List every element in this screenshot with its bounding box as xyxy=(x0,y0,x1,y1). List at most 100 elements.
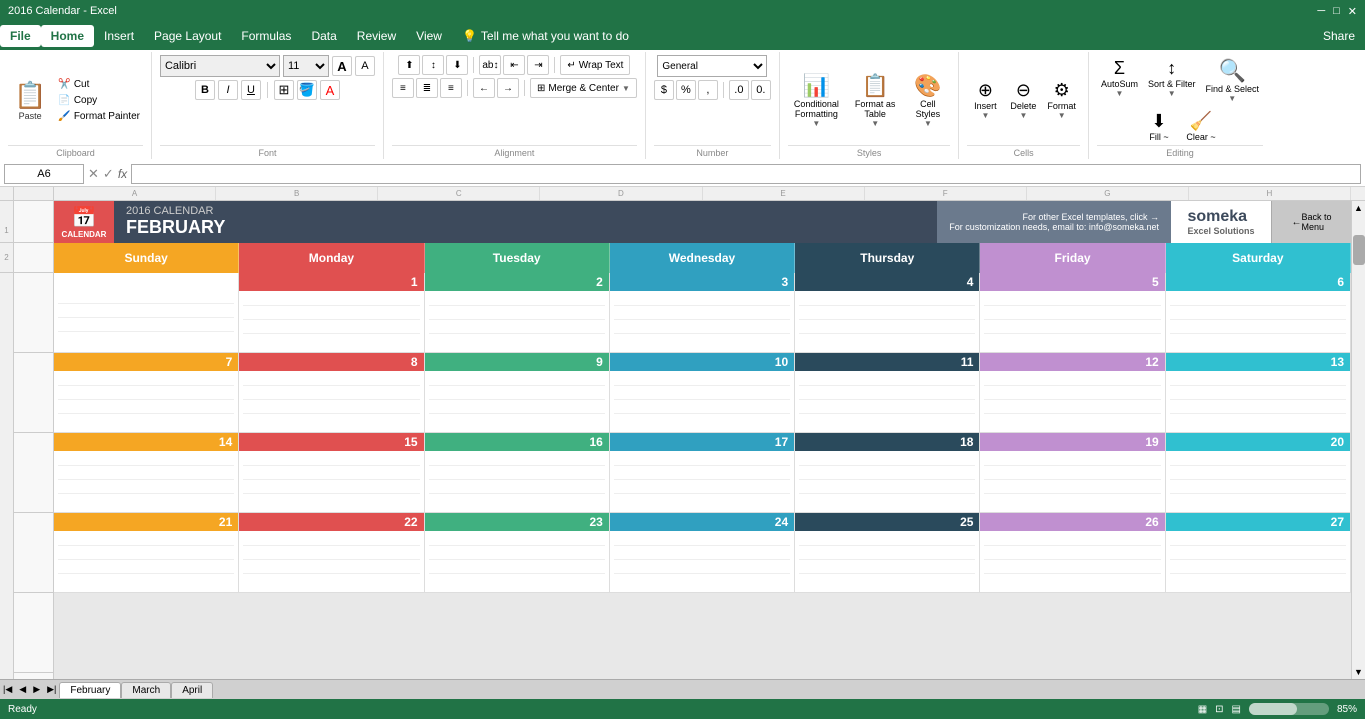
cal-cell-13[interactable]: 13 xyxy=(1166,353,1351,433)
cal-cell-25[interactable]: 25 xyxy=(795,513,980,593)
minimize-icon[interactable]: ─ xyxy=(1317,5,1325,18)
find-select-button[interactable]: 🔍 Find & Select ▼ xyxy=(1201,55,1263,106)
fill-button[interactable]: ⬇ Fill ~ xyxy=(1139,108,1179,145)
menu-item-search[interactable]: 💡 Tell me what you want to do xyxy=(452,25,639,47)
cal-cell-24[interactable]: 24 xyxy=(610,513,795,593)
border-button[interactable]: ⊞ xyxy=(274,80,294,100)
align-left-button[interactable]: ≡ xyxy=(392,78,414,98)
cal-cell-5[interactable]: 5 xyxy=(980,273,1165,353)
next-sheet-button[interactable]: ▶ xyxy=(30,684,43,695)
cal-cell-18[interactable]: 18 xyxy=(795,433,980,513)
sheet-tab-february[interactable]: February xyxy=(59,682,121,698)
increase-indent-button[interactable]: → xyxy=(497,78,519,98)
cal-cell-7[interactable]: 7 xyxy=(54,353,239,433)
wrap-text-button[interactable]: ↵ Wrap Text xyxy=(560,55,630,75)
cal-cell-20[interactable]: 20 xyxy=(1166,433,1351,513)
fill-color-button[interactable]: 🪣 xyxy=(297,80,317,100)
normal-view-button[interactable]: ▦ xyxy=(1198,704,1207,715)
cal-cell-8[interactable]: 8 xyxy=(239,353,424,433)
bold-button[interactable]: B xyxy=(195,80,215,100)
cal-cell-17[interactable]: 17 xyxy=(610,433,795,513)
cell-styles-button[interactable]: 🎨 CellStyles ▼ xyxy=(905,69,950,132)
last-sheet-button[interactable]: ▶| xyxy=(44,684,59,695)
indent-increase-button[interactable]: ⇥ xyxy=(527,55,549,75)
align-center-button[interactable]: ≣ xyxy=(416,78,438,98)
copy-button[interactable]: 📄 Copy xyxy=(55,93,143,108)
cal-cell-16[interactable]: 16 xyxy=(425,433,610,513)
cal-cell-empty-sun[interactable] xyxy=(54,273,239,353)
menu-item-page-layout[interactable]: Page Layout xyxy=(144,25,231,47)
cut-button[interactable]: ✂️ Cut xyxy=(55,77,143,92)
cs-dropdown[interactable]: ▼ xyxy=(924,119,932,128)
percent-button[interactable]: % xyxy=(676,80,696,100)
menu-item-home[interactable]: Home xyxy=(41,25,94,47)
cal-cell-22[interactable]: 22 xyxy=(239,513,424,593)
cf-dropdown[interactable]: ▼ xyxy=(812,119,820,128)
close-icon[interactable]: ✕ xyxy=(1348,5,1357,18)
menu-item-insert[interactable]: Insert xyxy=(94,25,144,47)
clear-button[interactable]: 🧹 Clear ~ xyxy=(1181,108,1221,145)
font-family-select[interactable]: Calibri xyxy=(160,55,280,77)
autosum-dropdown[interactable]: ▼ xyxy=(1115,89,1123,98)
formula-input[interactable] xyxy=(131,164,1361,184)
indent-decrease-button[interactable]: ⇤ xyxy=(503,55,525,75)
formula-icon-x[interactable]: ✕ xyxy=(88,166,99,182)
decrease-indent-button[interactable]: ← xyxy=(473,78,495,98)
fat-dropdown[interactable]: ▼ xyxy=(871,119,879,128)
conditional-formatting-button[interactable]: 📊 ConditionalFormatting ▼ xyxy=(788,69,845,132)
share-button[interactable]: Share xyxy=(1313,25,1365,47)
cal-cell-14[interactable]: 14 xyxy=(54,433,239,513)
zoom-slider[interactable] xyxy=(1249,703,1329,715)
cal-cell-1[interactable]: 1 xyxy=(239,273,424,353)
menu-item-view[interactable]: View xyxy=(406,25,452,47)
comma-button[interactable]: , xyxy=(698,80,718,100)
menu-item-file[interactable]: File xyxy=(0,25,41,47)
decrease-decimal-button[interactable]: 0. xyxy=(751,80,771,100)
merge-center-button[interactable]: ⊞ Merge & Center ▼ xyxy=(530,78,637,98)
cal-cell-9[interactable]: 9 xyxy=(425,353,610,433)
paste-button[interactable]: 📋 Paste xyxy=(8,77,52,124)
sheet-tab-april[interactable]: April xyxy=(171,682,213,698)
cal-cell-27[interactable]: 27 xyxy=(1166,513,1351,593)
cal-cell-26[interactable]: 26 xyxy=(980,513,1165,593)
cal-cell-11[interactable]: 11 xyxy=(795,353,980,433)
scroll-down-button[interactable]: ▼ xyxy=(1352,665,1365,679)
format-button[interactable]: ⚙ Format ▼ xyxy=(1043,77,1080,123)
menu-item-data[interactable]: Data xyxy=(301,25,346,47)
scroll-thumb[interactable] xyxy=(1353,235,1365,265)
cal-cell-10[interactable]: 10 xyxy=(610,353,795,433)
page-layout-button[interactable]: ⊡ xyxy=(1215,704,1223,715)
cal-cell-21[interactable]: 21 xyxy=(54,513,239,593)
formula-icon-fx[interactable]: fx xyxy=(118,167,127,181)
menu-item-formulas[interactable]: Formulas xyxy=(231,25,301,47)
cal-cell-2[interactable]: 2 xyxy=(425,273,610,353)
cal-cell-4[interactable]: 4 xyxy=(795,273,980,353)
font-grow-button[interactable]: A xyxy=(332,56,352,76)
cal-cell-12[interactable]: 12 xyxy=(980,353,1165,433)
align-right-button[interactable]: ≡ xyxy=(440,78,462,98)
cal-cell-23[interactable]: 23 xyxy=(425,513,610,593)
vertical-scrollbar[interactable]: ▲ ▼ xyxy=(1351,201,1365,679)
font-color-button[interactable]: A xyxy=(320,80,340,100)
sf-dropdown[interactable]: ▼ xyxy=(1168,89,1176,98)
autosum-button[interactable]: Σ AutoSum ▼ xyxy=(1097,55,1142,106)
scroll-up-button[interactable]: ▲ xyxy=(1352,201,1365,215)
insert-button[interactable]: ⊕ Insert ▼ xyxy=(967,77,1003,123)
menu-item-review[interactable]: Review xyxy=(347,25,406,47)
format-dropdown[interactable]: ▼ xyxy=(1058,111,1066,120)
sort-filter-button[interactable]: ↕ Sort & Filter ▼ xyxy=(1144,55,1200,106)
font-shrink-button[interactable]: A xyxy=(355,56,375,76)
underline-button[interactable]: U xyxy=(241,80,261,100)
format-as-table-button[interactable]: 📋 Format asTable ▼ xyxy=(849,69,902,132)
font-size-select[interactable]: 11 xyxy=(283,55,329,77)
page-break-button[interactable]: ▤ xyxy=(1232,704,1241,715)
formula-icon-check[interactable]: ✓ xyxy=(103,166,114,182)
text-direction-button[interactable]: ab↕ xyxy=(479,55,501,75)
align-middle-button[interactable]: ↕ xyxy=(422,55,444,75)
delete-dropdown[interactable]: ▼ xyxy=(1019,111,1027,120)
cal-cell-15[interactable]: 15 xyxy=(239,433,424,513)
insert-dropdown[interactable]: ▼ xyxy=(981,111,989,120)
align-top-button[interactable]: ⬆ xyxy=(398,55,420,75)
cell-reference-input[interactable]: A6 xyxy=(4,164,84,184)
cal-cell-6[interactable]: 6 xyxy=(1166,273,1351,353)
